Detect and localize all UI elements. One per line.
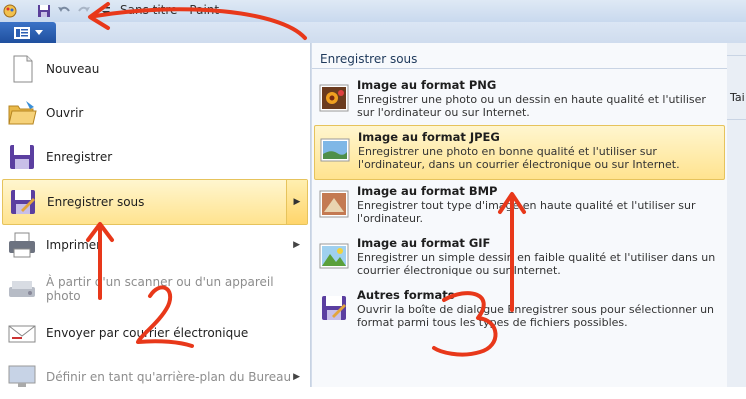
desktop-background-submenu-arrow: ▶ (293, 372, 300, 382)
title-bar: Sans titre - Paint (0, 0, 746, 23)
undo-icon[interactable] (56, 3, 72, 19)
menu-item-set-desktop-background: Définir en tant qu'arrière-plan du Burea… (0, 355, 310, 399)
option-other-formats[interactable]: Autres formats Ouvrir la boîte de dialog… (314, 284, 723, 336)
open-folder-icon (8, 101, 37, 125)
other-formats-icon (322, 296, 346, 320)
bmp-image-icon (319, 190, 349, 218)
option-png[interactable]: Image au format PNG Enregistrer une phot… (314, 74, 723, 126)
gif-image-icon (319, 243, 349, 269)
menu-item-new[interactable]: Nouveau (0, 47, 310, 91)
printer-icon (9, 232, 35, 258)
chevron-down-icon (34, 29, 43, 35)
application-menu-button[interactable] (0, 22, 56, 43)
save-as-panel: Enregistrer sous Image au format PNG Enr… (311, 43, 728, 387)
application-menu: Nouveau Ouvrir Enregistrer Enregistrer s… (0, 43, 311, 387)
menu-item-from-scanner: À partir d'un scanner ou d'un appareil p… (0, 267, 310, 311)
menu-item-save-as[interactable]: Enregistrer sous ▶ (2, 179, 308, 225)
option-jpeg[interactable]: Image au format JPEG Enregistrer une pho… (314, 125, 725, 180)
new-document-icon (13, 55, 33, 83)
email-icon (8, 325, 36, 343)
desktop-background-icon (8, 365, 36, 387)
panel-header: Enregistrer sous (312, 49, 727, 69)
save-icon[interactable] (36, 3, 52, 19)
background-ribbon-strip: Tai (727, 43, 746, 387)
menu-item-save[interactable]: Enregistrer (0, 135, 310, 179)
window-title: Sans titre - Paint (120, 3, 220, 17)
menu-item-send-email[interactable]: Envoyer par courrier électronique (0, 311, 310, 355)
redo-icon[interactable] (76, 3, 92, 19)
save-as-submenu-arrow[interactable]: ▶ (287, 180, 307, 224)
ribbon-tab-row (0, 22, 746, 43)
option-gif[interactable]: Image au format GIF Enregistrer un simpl… (314, 232, 723, 284)
save-as-icon (11, 190, 35, 214)
option-bmp[interactable]: Image au format BMP Enregistrer tout typ… (314, 180, 723, 232)
menu-item-open[interactable]: Ouvrir (0, 91, 310, 135)
scanner-icon (9, 281, 35, 297)
customize-toolbar-icon[interactable] (98, 3, 114, 19)
menu-icon (13, 26, 30, 39)
menu-item-print[interactable]: Imprimer ▶ (0, 223, 310, 267)
save-floppy-icon (10, 145, 34, 169)
print-submenu-arrow[interactable]: ▶ (293, 240, 300, 250)
jpeg-image-icon (320, 138, 350, 162)
png-image-icon (319, 84, 349, 112)
paint-app-icon[interactable] (2, 3, 18, 19)
background-partial-label: Tai (730, 91, 745, 104)
